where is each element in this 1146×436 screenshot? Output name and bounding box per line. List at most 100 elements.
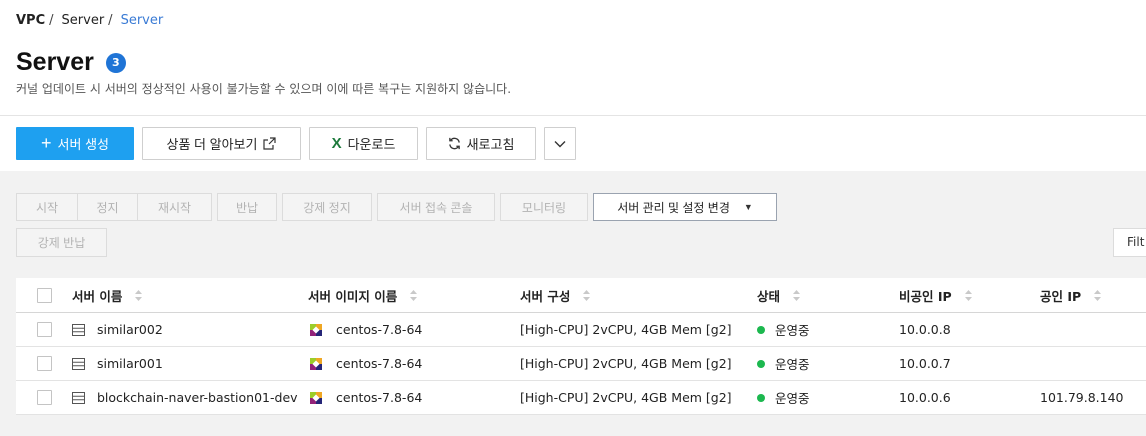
server-state: 운영중 — [775, 357, 810, 372]
column-label: 비공인 IP — [899, 288, 952, 304]
server-name: blockchain-naver-bastion01-dev — [97, 390, 298, 405]
force-stop-button[interactable]: 강제 정지 — [282, 193, 372, 221]
column-header-config[interactable]: 서버 구성 — [520, 278, 757, 312]
monitoring-button[interactable]: 모니터링 — [500, 193, 588, 221]
column-label: 서버 이미지 이름 — [308, 288, 398, 304]
manage-settings-dropdown[interactable]: 서버 관리 및 설정 변경 ▼ — [593, 193, 777, 221]
server-state-cell: 운영중 — [757, 381, 899, 414]
server-config: [High-CPU] 2vCPU, 4GB Mem [g2] — [520, 390, 732, 405]
centos-logo-icon — [310, 357, 322, 370]
row-select-cell — [16, 381, 72, 414]
server-image-name: centos-7.8-64 — [336, 390, 423, 405]
status-dot-icon — [757, 393, 765, 402]
column-label: 서버 이름 — [72, 288, 123, 304]
private-ip: 10.0.0.7 — [899, 356, 951, 371]
server-table: 서버 이름 서버 이미지 이름 서버 구성 상태 비공인 IP 공인 IP si — [16, 278, 1146, 415]
row-checkbox[interactable] — [37, 390, 52, 405]
more-options-button[interactable] — [544, 127, 576, 160]
download-button[interactable]: X 다운로드 — [309, 127, 418, 160]
private-ip: 10.0.0.8 — [899, 322, 951, 337]
sort-icon[interactable] — [792, 289, 801, 302]
server-state: 운영중 — [775, 323, 810, 338]
status-dot-icon — [757, 325, 765, 334]
column-label: 서버 구성 — [520, 288, 571, 304]
sort-icon[interactable] — [134, 289, 143, 302]
server-name-cell: similar001 — [72, 347, 308, 380]
main-toolbar: + 서버 생성 상품 더 알아보기 X 다운로드 새로고침 — [16, 127, 576, 160]
refresh-label: 새로고침 — [466, 137, 515, 152]
page-header: Server 3 — [16, 48, 126, 77]
table-row[interactable]: blockchain-naver-bastion01-dev centos-7.… — [16, 381, 1146, 415]
breadcrumb-current[interactable]: Server — [121, 13, 164, 28]
server-config: [High-CPU] 2vCPU, 4GB Mem [g2] — [520, 322, 732, 337]
console-button[interactable]: 서버 접속 콘솔 — [377, 193, 495, 221]
caret-down-icon: ▼ — [743, 202, 753, 212]
public-ip — [1040, 313, 1146, 346]
column-label: 공인 IP — [1040, 288, 1082, 304]
create-server-label: 서버 생성 — [57, 137, 109, 152]
column-label: 상태 — [757, 288, 781, 304]
breadcrumb-separator: / — [49, 13, 54, 28]
table-row[interactable]: similar002 centos-7.8-64 [High-CPU] 2vCP… — [16, 313, 1146, 347]
table-header: 서버 이름 서버 이미지 이름 서버 구성 상태 비공인 IP 공인 IP — [16, 278, 1146, 313]
server-icon — [72, 391, 85, 404]
column-header-image[interactable]: 서버 이미지 이름 — [308, 278, 520, 312]
server-name-cell: blockchain-naver-bastion01-dev — [72, 381, 308, 414]
column-header-public-ip[interactable]: 공인 IP — [1040, 278, 1146, 312]
status-dot-icon — [757, 359, 765, 368]
centos-logo-icon — [310, 323, 322, 336]
table-row[interactable]: similar001 centos-7.8-64 [High-CPU] 2vCP… — [16, 347, 1146, 381]
select-all-checkbox[interactable] — [37, 287, 52, 303]
server-name: similar002 — [97, 322, 163, 337]
private-ip: 10.0.0.6 — [899, 390, 951, 405]
server-name: similar001 — [97, 356, 163, 371]
row-checkbox[interactable] — [37, 356, 52, 371]
chevron-down-icon — [554, 140, 566, 148]
row-checkbox[interactable] — [37, 322, 52, 337]
column-header-name[interactable]: 서버 이름 — [72, 278, 308, 312]
public-ip — [1040, 347, 1146, 380]
breadcrumb: VPC / Server / Server — [16, 13, 163, 28]
server-action-bar: 시작 정지 재시작 반납 강제 정지 서버 접속 콘솔 모니터링 서버 관리 및… — [16, 193, 777, 221]
kernel-update-notice: 커널 업데이트 시 서버의 정상적인 사용이 불가능할 수 있으며 이에 따른 … — [16, 82, 512, 96]
public-ip: 101.79.8.140 — [1040, 390, 1124, 405]
create-server-button[interactable]: + 서버 생성 — [16, 127, 134, 160]
server-icon — [72, 357, 85, 370]
server-image-cell: centos-7.8-64 — [308, 313, 520, 346]
learn-more-label: 상품 더 알아보기 — [166, 137, 258, 152]
refresh-button[interactable]: 새로고침 — [426, 127, 536, 160]
restart-button[interactable]: 재시작 — [138, 193, 212, 221]
breadcrumb-server-parent[interactable]: Server — [62, 13, 105, 28]
select-all-cell — [16, 278, 72, 312]
server-name-cell: similar002 — [72, 313, 308, 346]
refresh-icon — [448, 137, 461, 150]
column-header-state[interactable]: 상태 — [757, 278, 899, 312]
filter-input[interactable]: Filt — [1113, 228, 1146, 257]
column-header-private-ip[interactable]: 비공인 IP — [899, 278, 1040, 312]
breadcrumb-vpc[interactable]: VPC — [16, 13, 45, 28]
server-state-cell: 운영중 — [757, 313, 899, 346]
return-button[interactable]: 반납 — [217, 193, 277, 221]
sort-icon[interactable] — [1093, 289, 1102, 302]
breadcrumb-separator: / — [108, 13, 113, 28]
server-state: 운영중 — [775, 391, 810, 406]
manage-settings-label: 서버 관리 및 설정 변경 — [617, 200, 730, 215]
sort-icon[interactable] — [582, 289, 591, 302]
header-divider — [0, 115, 1146, 116]
row-select-cell — [16, 313, 72, 346]
centos-logo-icon — [310, 391, 322, 404]
learn-more-button[interactable]: 상품 더 알아보기 — [142, 127, 301, 160]
start-button[interactable]: 시작 — [16, 193, 78, 221]
excel-icon: X — [331, 135, 342, 152]
server-image-name: centos-7.8-64 — [336, 322, 423, 337]
server-count-badge: 3 — [105, 52, 126, 73]
external-link-icon — [263, 137, 277, 150]
server-config: [High-CPU] 2vCPU, 4GB Mem [g2] — [520, 356, 732, 371]
sort-icon[interactable] — [409, 289, 418, 302]
plus-icon: + — [41, 132, 52, 153]
power-button-group: 시작 정지 재시작 — [16, 193, 212, 221]
server-image-cell: centos-7.8-64 — [308, 381, 520, 414]
force-return-button[interactable]: 강제 반납 — [16, 228, 107, 257]
stop-button[interactable]: 정지 — [78, 193, 138, 221]
sort-icon[interactable] — [964, 289, 973, 302]
